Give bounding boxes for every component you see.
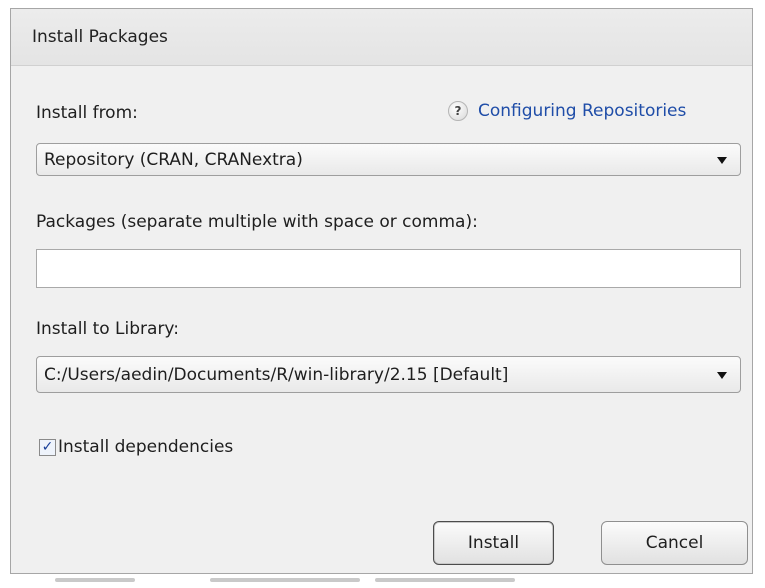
install-from-selected-value: Repository (CRAN, CRANextra) — [44, 150, 303, 170]
cancel-button[interactable]: Cancel — [601, 521, 748, 565]
configuring-repositories-link[interactable]: Configuring Repositories — [478, 101, 686, 121]
dialog-title: Install Packages — [32, 27, 168, 47]
dialog-titlebar: Install Packages — [11, 9, 752, 66]
checkmark-icon: ✓ — [41, 439, 54, 455]
background-bottom — [0, 574, 765, 588]
library-select[interactable]: C:/Users/aedin/Documents/R/win-library/2… — [36, 356, 741, 393]
install-from-label: Install from: — [36, 103, 138, 123]
install-dependencies-checkbox[interactable]: ✓ — [39, 438, 56, 456]
install-button[interactable]: Install — [433, 521, 554, 565]
install-packages-dialog: Install Packages Install from: ? Configu… — [10, 8, 753, 574]
install-dependencies-label[interactable]: Install dependencies — [58, 437, 233, 457]
chevron-down-icon[interactable] — [717, 372, 727, 379]
library-selected-value: C:/Users/aedin/Documents/R/win-library/2… — [44, 365, 509, 385]
background-text-fragment — [210, 578, 360, 582]
help-link-group[interactable]: ? Configuring Repositories — [448, 101, 686, 121]
background-top — [0, 0, 765, 8]
install-dependencies-option[interactable]: ✓ Install dependencies — [39, 437, 233, 457]
background-text-fragment — [375, 578, 515, 582]
question-mark-icon[interactable]: ? — [448, 101, 468, 121]
install-from-select[interactable]: Repository (CRAN, CRANextra) — [36, 143, 741, 176]
packages-label: Packages (separate multiple with space o… — [36, 212, 478, 232]
packages-input[interactable] — [36, 249, 741, 288]
dialog-body: Install from: ? Configuring Repositories… — [11, 66, 752, 573]
chevron-down-icon[interactable] — [717, 157, 727, 164]
background-text-fragment — [55, 578, 135, 582]
install-to-library-label: Install to Library: — [36, 319, 179, 339]
